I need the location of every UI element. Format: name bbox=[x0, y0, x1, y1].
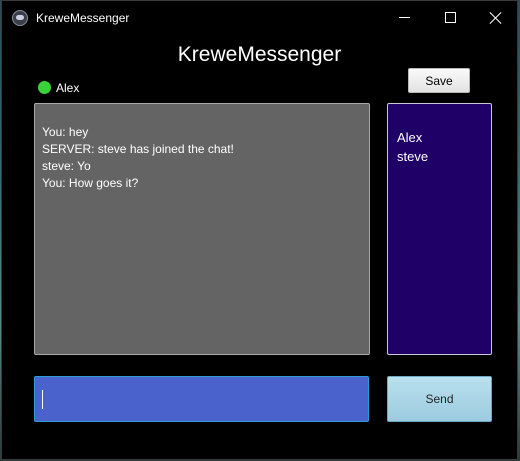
message-input[interactable] bbox=[34, 376, 369, 422]
chat-message: steve: Yo bbox=[42, 159, 91, 173]
page-title: KreweMessenger bbox=[177, 43, 342, 66]
close-button[interactable] bbox=[473, 1, 519, 34]
chat-message: You: How goes it? bbox=[42, 176, 139, 190]
close-icon bbox=[490, 12, 502, 24]
maximize-icon bbox=[444, 12, 456, 23]
minimize-button[interactable] bbox=[381, 1, 427, 34]
send-button[interactable]: Send bbox=[387, 376, 492, 422]
main-window: KreweMessenger KreweMessenger Alex Save … bbox=[1, 0, 518, 460]
user-list[interactable]: Alex steve bbox=[387, 103, 492, 355]
title-bar[interactable]: KreweMessenger bbox=[2, 1, 517, 34]
text-caret bbox=[42, 390, 43, 409]
minimize-icon bbox=[398, 17, 410, 18]
chat-message: You: hey bbox=[42, 125, 89, 139]
current-user-name: Alex bbox=[56, 81, 80, 95]
chat-log[interactable]: You: hey SERVER: steve has joined the ch… bbox=[34, 103, 370, 355]
maximize-button[interactable] bbox=[427, 1, 473, 34]
save-button[interactable]: Save bbox=[408, 68, 470, 93]
window-title: KreweMessenger bbox=[36, 10, 130, 25]
online-status-icon bbox=[38, 81, 51, 94]
user-list-item[interactable]: Alex bbox=[397, 128, 491, 147]
app-icon bbox=[12, 9, 28, 26]
user-list-item[interactable]: steve bbox=[397, 147, 491, 166]
chat-message: SERVER: steve has joined the chat! bbox=[42, 142, 234, 156]
